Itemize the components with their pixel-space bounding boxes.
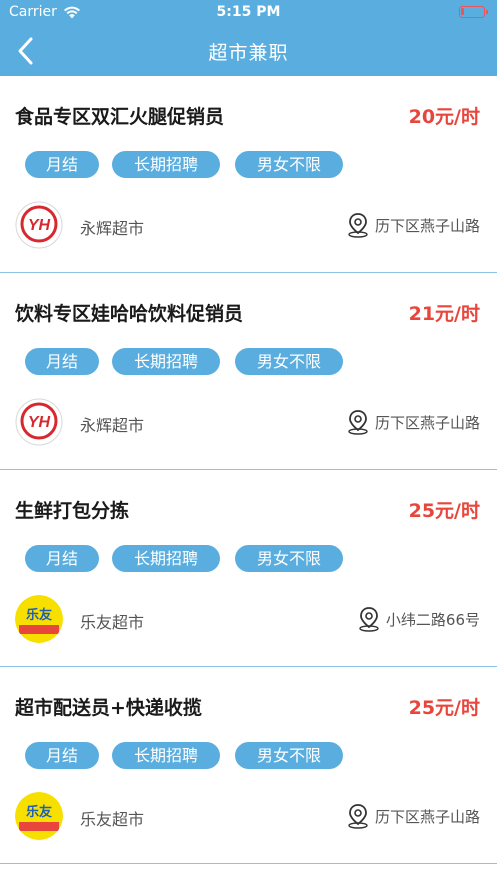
yonghui-logo: YH xyxy=(15,201,63,249)
status-time: 5:15 PM xyxy=(216,4,281,20)
yonghui-logo: YH xyxy=(15,398,63,446)
job-location: 历下区燕子山路 xyxy=(347,409,480,435)
svg-text:乐友: 乐友 xyxy=(26,607,52,623)
tag-payment: 月结 xyxy=(25,151,99,178)
job-title: 超市配送员+快递收揽 xyxy=(15,697,202,719)
location-pin-icon xyxy=(348,804,368,829)
tag-gender: 男女不限 xyxy=(235,742,343,769)
job-title: 饮料专区娃哈哈饮料促销员 xyxy=(15,303,244,325)
tag-gender: 男女不限 xyxy=(235,151,343,178)
job-location: 小纬二路66号 xyxy=(358,606,480,632)
job-location: 历下区燕子山路 xyxy=(347,803,480,829)
job-salary: 20元/时 xyxy=(408,106,480,128)
tag-duration: 长期招聘 xyxy=(112,545,220,572)
location-pin-icon xyxy=(348,410,368,435)
job-card[interactable]: 饮料专区娃哈哈饮料促销员 21元/时 月结 长期招聘 男女不限 YH 永辉超市 … xyxy=(0,273,497,470)
page-title: 超市兼职 xyxy=(208,42,289,64)
location-pin-icon xyxy=(359,607,379,632)
svg-text:YH: YH xyxy=(28,217,51,234)
job-address: 小纬二路66号 xyxy=(385,610,480,629)
store-name: 乐友超市 xyxy=(80,613,145,632)
location-pin-icon xyxy=(348,213,368,238)
job-title: 食品专区双汇火腿促销员 xyxy=(15,106,225,128)
job-salary: 25元/时 xyxy=(408,500,480,522)
app-header: Carrier 5:15 PM 超市兼职 xyxy=(0,0,497,76)
svg-text:YH: YH xyxy=(28,414,51,431)
status-bar: Carrier 5:15 PM xyxy=(0,0,497,26)
job-title: 生鲜打包分拣 xyxy=(15,500,130,522)
job-card[interactable]: 生鲜打包分拣 25元/时 月结 长期招聘 男女不限 乐友 乐友超市 小纬二路66… xyxy=(0,470,497,667)
tag-duration: 长期招聘 xyxy=(112,742,220,769)
tag-gender: 男女不限 xyxy=(235,348,343,375)
tag-payment: 月结 xyxy=(25,545,99,572)
tag-payment: 月结 xyxy=(25,742,99,769)
job-list: 食品专区双汇火腿促销员 20元/时 月结 长期招聘 男女不限 YH 永辉超市 历… xyxy=(0,76,497,864)
leyou-logo: 乐友 xyxy=(15,792,63,840)
tag-duration: 长期招聘 xyxy=(112,151,220,178)
svg-text:乐友: 乐友 xyxy=(26,804,52,820)
job-salary: 25元/时 xyxy=(408,697,480,719)
job-address: 历下区燕子山路 xyxy=(374,216,480,235)
leyou-logo: 乐友 xyxy=(15,595,63,643)
job-card[interactable]: 食品专区双汇火腿促销员 20元/时 月结 长期招聘 男女不限 YH 永辉超市 历… xyxy=(0,76,497,273)
job-salary: 21元/时 xyxy=(408,303,480,325)
battery-icon xyxy=(459,6,488,18)
tag-duration: 长期招聘 xyxy=(112,348,220,375)
job-card[interactable]: 超市配送员+快递收揽 25元/时 月结 长期招聘 男女不限 乐友 乐友超市 历下… xyxy=(0,667,497,864)
store-name: 永辉超市 xyxy=(80,219,145,238)
store-name: 乐友超市 xyxy=(80,810,145,829)
tag-gender: 男女不限 xyxy=(235,545,343,572)
job-location: 历下区燕子山路 xyxy=(347,212,480,238)
job-address: 历下区燕子山路 xyxy=(374,413,480,432)
store-name: 永辉超市 xyxy=(80,416,145,435)
job-address: 历下区燕子山路 xyxy=(374,807,480,826)
tag-payment: 月结 xyxy=(25,348,99,375)
